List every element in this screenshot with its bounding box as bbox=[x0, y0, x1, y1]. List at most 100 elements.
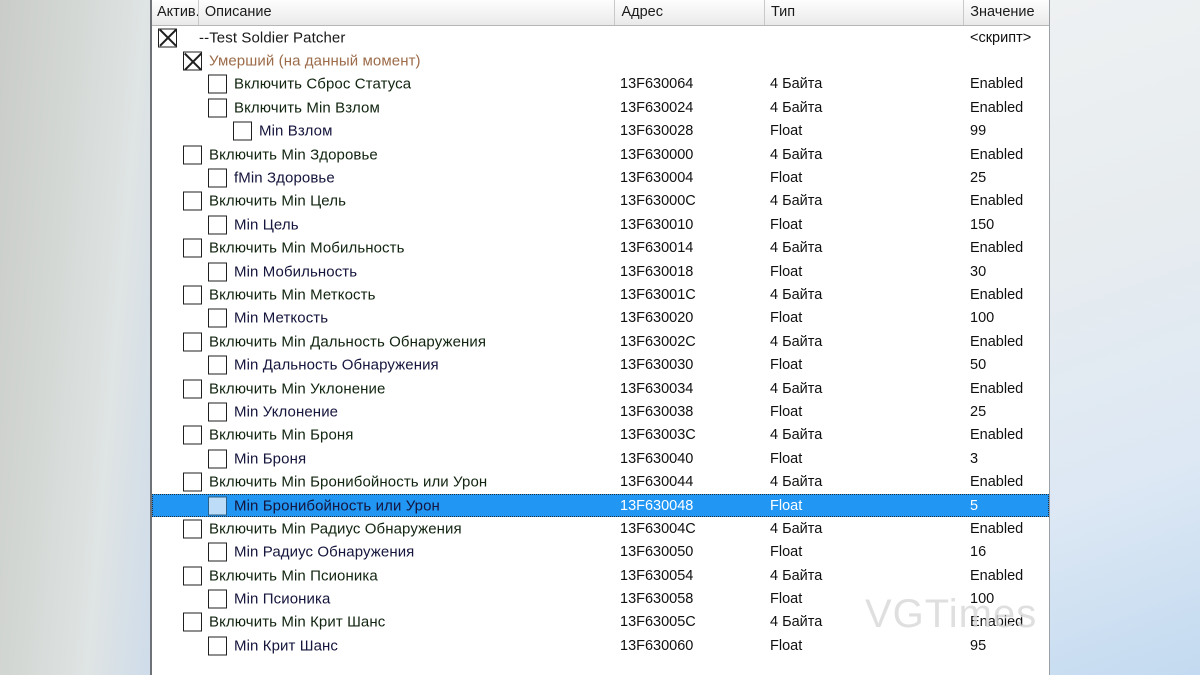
cell-value[interactable]: 100 bbox=[967, 310, 1049, 326]
cell-value[interactable]: 25 bbox=[967, 170, 1049, 186]
cell-address[interactable]: 13F630048 bbox=[617, 498, 767, 514]
cell-value[interactable]: Enabled bbox=[967, 100, 1049, 116]
cell-description[interactable]: fMin Здоровье bbox=[199, 166, 617, 189]
cell-value[interactable]: Enabled bbox=[967, 193, 1049, 209]
cell-description[interactable]: Min Меткость bbox=[199, 307, 617, 330]
cell-value[interactable]: 25 bbox=[967, 404, 1049, 420]
table-row[interactable]: fMin Здоровье 13F630004 Float 25 bbox=[152, 166, 1049, 189]
cell-value[interactable]: Enabled bbox=[967, 614, 1049, 630]
cell-address[interactable]: 13F630028 bbox=[617, 123, 767, 139]
cell-address[interactable]: 13F63004C bbox=[617, 521, 767, 537]
table-row[interactable]: Min Меткость 13F630020 Float 100 bbox=[152, 307, 1049, 330]
table-row[interactable]: Включить Min Взлом 13F630024 4 Байта Enable… bbox=[152, 96, 1049, 119]
cell-description[interactable]: Включить Min Уклонение bbox=[199, 377, 617, 400]
cell-address[interactable]: 13F630014 bbox=[617, 240, 767, 256]
cell-description[interactable]: Включить Min Взлом bbox=[199, 96, 617, 119]
cell-address[interactable]: 13F630034 bbox=[617, 381, 767, 397]
cell-value[interactable]: <скрипт> bbox=[967, 30, 1049, 46]
table-row[interactable]: Включить Min Радиус Обнаружения 13F63004C… bbox=[152, 517, 1049, 540]
cell-description[interactable]: Включить Min Мобильность bbox=[199, 237, 617, 260]
cell-value[interactable]: Enabled bbox=[967, 427, 1049, 443]
cell-type[interactable]: Float bbox=[767, 310, 967, 326]
cell-address[interactable]: 13F630010 bbox=[617, 217, 767, 233]
cell-value[interactable]: Enabled bbox=[967, 474, 1049, 490]
table-row[interactable]: Min Взлом 13F630028 Float 99 bbox=[152, 120, 1049, 143]
cell-description[interactable]: Min Взлом bbox=[199, 120, 617, 143]
table-row[interactable]: Включить Min Броня 13F63003C 4 Байта Enable… bbox=[152, 424, 1049, 447]
table-row[interactable]: Включить Min Здоровье 13F630000 4 Байта Ena… bbox=[152, 143, 1049, 166]
table-row[interactable]: Min Уклонение 13F630038 Float 25 bbox=[152, 400, 1049, 423]
table-row[interactable]: Min Псионика 13F630058 Float 100 bbox=[152, 587, 1049, 610]
checkbox-checked-icon[interactable] bbox=[158, 28, 177, 48]
cell-description[interactable]: Min Уклонение bbox=[199, 400, 617, 423]
cell-type[interactable]: 4 Байта bbox=[767, 76, 967, 92]
table-row[interactable]: Min Мобильность 13F630018 Float 30 bbox=[152, 260, 1049, 283]
cell-description[interactable]: Включить Min Здоровье bbox=[199, 143, 617, 166]
cell-value[interactable]: 30 bbox=[967, 264, 1049, 280]
cell-type[interactable]: 4 Байта bbox=[767, 381, 967, 397]
table-row[interactable]: --Test Soldier Patcher <скрипт> bbox=[152, 26, 1049, 49]
cell-description[interactable]: Min Броня bbox=[199, 447, 617, 470]
cell-description[interactable]: Включить Min Дальность Обнаружения bbox=[199, 330, 617, 353]
cell-value[interactable]: 3 bbox=[967, 451, 1049, 467]
cell-address[interactable]: 13F63005C bbox=[617, 614, 767, 630]
cell-value[interactable]: Enabled bbox=[967, 381, 1049, 397]
cell-address[interactable]: 13F630058 bbox=[617, 591, 767, 607]
column-header-type[interactable]: Тип bbox=[765, 0, 965, 25]
cell-description[interactable]: Min Цель bbox=[199, 213, 617, 236]
cell-value[interactable]: 5 bbox=[967, 498, 1049, 514]
cell-type[interactable]: Float bbox=[767, 170, 967, 186]
column-header-description[interactable]: Описание bbox=[199, 0, 616, 25]
cell-type[interactable]: 4 Байта bbox=[767, 287, 967, 303]
table-row[interactable]: Включить Min Псионика 13F630054 4 Байта Ena… bbox=[152, 564, 1049, 587]
cell-address[interactable]: 13F63002C bbox=[617, 334, 767, 350]
cell-description[interactable]: Включить Min Крит Шанс bbox=[199, 611, 617, 634]
table-row[interactable]: Min Бронибойность или Урон 13F630048 Float… bbox=[152, 493, 1049, 518]
cell-address[interactable]: 13F630018 bbox=[617, 264, 767, 280]
cell-type[interactable]: Float bbox=[767, 591, 967, 607]
table-row[interactable]: Min Крит Шанс 13F630060 Float 95 bbox=[152, 634, 1049, 657]
cell-type[interactable]: Float bbox=[767, 498, 967, 514]
cell-type[interactable]: 4 Байта bbox=[767, 614, 967, 630]
cell-description[interactable]: Включить Min Меткость bbox=[199, 283, 617, 306]
cell-value[interactable]: 99 bbox=[967, 123, 1049, 139]
cell-address[interactable]: 13F630044 bbox=[617, 474, 767, 490]
table-row[interactable]: Включить Min Дальность Обнаружения 13F630… bbox=[152, 330, 1049, 353]
cell-address[interactable]: 13F630000 bbox=[617, 147, 767, 163]
table-row[interactable]: Min Дальность Обнаружения 13F630030 Float 5… bbox=[152, 353, 1049, 376]
cell-value[interactable]: 95 bbox=[967, 638, 1049, 654]
cell-description[interactable]: Min Крит Шанс bbox=[199, 634, 617, 657]
cell-description[interactable]: Min Мобильность bbox=[199, 260, 617, 283]
cell-address[interactable]: 13F630020 bbox=[617, 310, 767, 326]
cell-type[interactable]: Float bbox=[767, 404, 967, 420]
cell-description[interactable]: Min Бронибойность или Урон bbox=[199, 494, 617, 517]
table-row[interactable]: Min Цель 13F630010 Float 150 bbox=[152, 213, 1049, 236]
cell-address[interactable]: 13F630054 bbox=[617, 568, 767, 584]
table-row[interactable]: Включить Min Меткость 13F63001C 4 Байта Ena… bbox=[152, 283, 1049, 306]
cell-type[interactable]: 4 Байта bbox=[767, 474, 967, 490]
table-row[interactable]: Включить Min Мобильность 13F630014 4 Байта… bbox=[152, 237, 1049, 260]
cell-address[interactable]: 13F630050 bbox=[617, 544, 767, 560]
cell-description[interactable]: Включить Min Бронибойность или Урон bbox=[199, 470, 617, 493]
cell-value[interactable]: Enabled bbox=[967, 521, 1049, 537]
cell-description[interactable]: Включить Min Радиус Обнаружения bbox=[199, 517, 617, 540]
cell-description[interactable]: Min Псионика bbox=[199, 587, 617, 610]
cell-address[interactable]: 13F630038 bbox=[617, 404, 767, 420]
cell-address[interactable]: 13F63001C bbox=[617, 287, 767, 303]
column-header-active[interactable]: Актив. bbox=[152, 0, 199, 25]
cell-type[interactable]: 4 Байта bbox=[767, 334, 967, 350]
table-row[interactable]: Включить Min Крит Шанс 13F63005C 4 Байта En… bbox=[152, 611, 1049, 634]
cell-type[interactable]: 4 Байта bbox=[767, 147, 967, 163]
cell-address[interactable]: 13F63000C bbox=[617, 193, 767, 209]
column-header-value[interactable]: Значение bbox=[964, 0, 1049, 25]
cell-type[interactable]: 4 Байта bbox=[767, 100, 967, 116]
cell-type[interactable]: Float bbox=[767, 217, 967, 233]
cell-type[interactable]: 4 Байта bbox=[767, 240, 967, 256]
cell-value[interactable]: Enabled bbox=[967, 287, 1049, 303]
cell-value[interactable]: 50 bbox=[967, 357, 1049, 373]
table-row[interactable]: Включить Сброс Статуса 13F630064 4 Байта En… bbox=[152, 73, 1049, 96]
table-row[interactable]: Включить Min Уклонение 13F630034 4 Байта En… bbox=[152, 377, 1049, 400]
cell-address[interactable]: 13F63003C bbox=[617, 427, 767, 443]
column-header-address[interactable]: Адрес bbox=[615, 0, 765, 25]
cell-description[interactable]: Включить Min Броня bbox=[199, 424, 617, 447]
